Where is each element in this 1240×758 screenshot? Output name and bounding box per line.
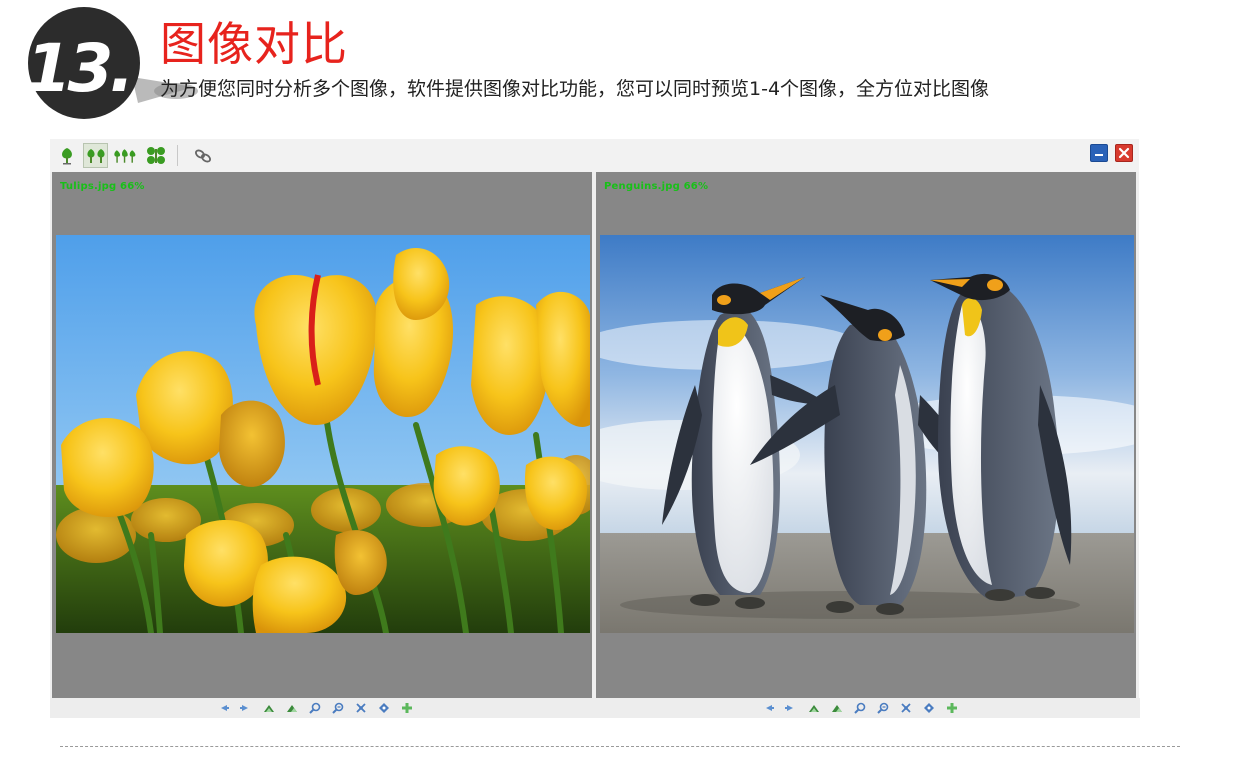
toolbar-separator <box>177 145 178 166</box>
left-image-panel[interactable]: Tulips.jpg 66% <box>52 172 592 698</box>
rotate-right-icon <box>832 705 842 712</box>
actual-size-icon <box>379 703 389 713</box>
zoom-out-button[interactable] <box>331 701 345 715</box>
previous-arrow-button[interactable] <box>761 701 775 715</box>
minimize-button[interactable] <box>1090 144 1108 162</box>
rotate-left-button[interactable] <box>262 701 276 715</box>
left-navigation-bar <box>50 698 595 718</box>
single-tree-icon <box>61 147 72 164</box>
next-arrow-icon <box>785 705 793 711</box>
actual-size-button[interactable] <box>922 701 936 715</box>
zoom-out-icon <box>332 702 344 714</box>
tulips-photo[interactable] <box>56 235 590 633</box>
actual-size-button[interactable] <box>377 701 391 715</box>
rotate-right-button[interactable] <box>830 701 844 715</box>
zoom-in-icon <box>854 702 866 714</box>
section-divider <box>60 746 1180 747</box>
single-view-button[interactable] <box>54 143 79 168</box>
rotate-left-icon <box>809 705 819 712</box>
actual-size-icon <box>924 703 934 713</box>
page-title: 图像对比 <box>160 17 348 71</box>
fit-to-window-button[interactable] <box>899 701 913 715</box>
right-image-panel[interactable]: Penguins.jpg 66% <box>596 172 1136 698</box>
image-compare-window: Tulips.jpg 66% Penguins.jpg 66% <box>50 139 1140 718</box>
toolbar <box>50 139 1139 172</box>
zoom-out-icon <box>877 702 889 714</box>
previous-arrow-icon <box>221 705 229 711</box>
fit-to-window-button[interactable] <box>354 701 368 715</box>
close-icon <box>1118 147 1130 159</box>
step-number: 13. <box>26 30 130 107</box>
rotate-left-button[interactable] <box>807 701 821 715</box>
four-view-button[interactable] <box>143 143 168 168</box>
four-trees-icon <box>146 146 165 164</box>
close-button[interactable] <box>1115 144 1133 162</box>
add-button[interactable] <box>945 701 959 715</box>
penguins-photo[interactable] <box>600 235 1134 633</box>
next-arrow-icon <box>240 705 248 711</box>
add-button[interactable] <box>400 701 414 715</box>
right-panel-filename: Penguins.jpg 66% <box>604 181 709 192</box>
link-chain-icon <box>194 149 211 162</box>
sync-link-button[interactable] <box>190 143 215 168</box>
zoom-in-icon <box>309 702 321 714</box>
next-arrow-button[interactable] <box>784 701 798 715</box>
two-trees-icon <box>86 148 105 163</box>
zoom-in-button[interactable] <box>308 701 322 715</box>
zoom-in-button[interactable] <box>853 701 867 715</box>
next-arrow-button[interactable] <box>239 701 253 715</box>
two-view-button[interactable] <box>83 143 108 168</box>
right-navigation-bar <box>595 698 1140 718</box>
rotate-right-button[interactable] <box>285 701 299 715</box>
three-trees-icon <box>114 148 136 163</box>
page-subtitle: 为方便您同时分析多个图像，软件提供图像对比功能，您可以同时预览1-4个图像，全方… <box>160 78 990 100</box>
zoom-out-button[interactable] <box>876 701 890 715</box>
fit-to-window-icon <box>356 703 366 713</box>
rotate-left-icon <box>264 705 274 712</box>
fit-to-window-icon <box>901 703 911 713</box>
three-view-button[interactable] <box>112 143 137 168</box>
rotate-right-icon <box>287 705 297 712</box>
previous-arrow-icon <box>766 705 774 711</box>
add-icon <box>402 703 412 713</box>
previous-arrow-button[interactable] <box>216 701 230 715</box>
add-icon <box>947 703 957 713</box>
left-panel-filename: Tulips.jpg 66% <box>60 181 145 192</box>
